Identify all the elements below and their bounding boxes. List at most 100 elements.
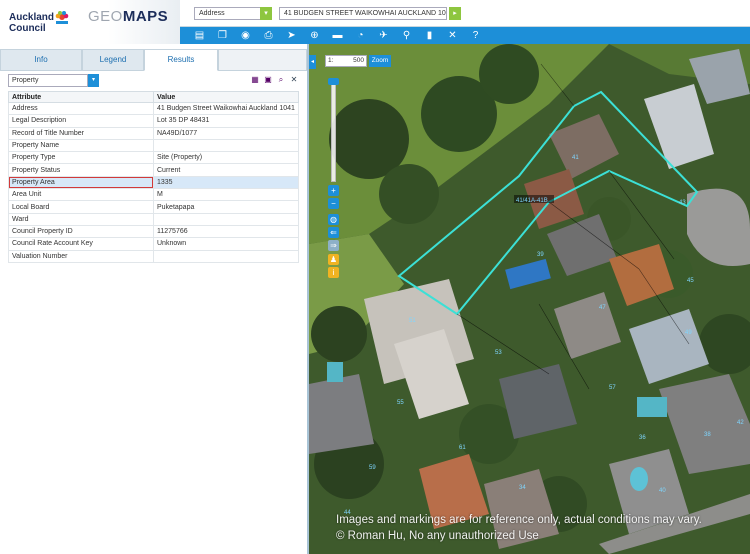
house-number-label: 59 (369, 465, 376, 471)
help-icon[interactable]: ? (469, 29, 482, 42)
print-icon[interactable]: ⎙ (262, 29, 275, 42)
table-row[interactable]: Council Property ID 11275766 (8, 224, 299, 239)
tab-legend[interactable]: Legend (82, 49, 144, 71)
house-number-label: 49 (685, 330, 692, 336)
history-icon[interactable]: ◔ (354, 29, 367, 42)
result-layer-select[interactable]: Property (8, 74, 88, 87)
table-row[interactable]: Ward (8, 212, 299, 226)
attribute-cell: Council Rate Account Key (8, 237, 154, 251)
column-header-value[interactable]: Value (153, 91, 299, 103)
table-header-row: Attribute Value (8, 91, 299, 103)
table-row[interactable]: Local Board Puketapapa (8, 200, 299, 214)
auckland-council-logo[interactable]: Auckland Council (9, 12, 59, 34)
attribute-cell: Record of Title Number (8, 126, 154, 140)
table-row[interactable]: Area Unit M (8, 188, 299, 202)
house-number-label: 43 (679, 200, 686, 206)
attribute-cell: Property Name (8, 138, 154, 153)
table-row[interactable]: Legal Description Lot 35 DP 48431 (8, 114, 299, 128)
value-cell: NA49D/1077 (153, 126, 299, 140)
attribute-cell: Address (8, 101, 154, 116)
info-icon[interactable]: i (328, 267, 339, 278)
forward-arrow-icon[interactable]: ⇒ (328, 240, 339, 251)
geo-text: GEO (88, 8, 123, 25)
attribute-cell: Property Status (8, 163, 154, 177)
scale-input[interactable]: 1: 500 (325, 55, 367, 67)
zoom-to-icon[interactable]: ⌕ (276, 75, 286, 85)
aerial-imagery: 41 43 39 45 47 49 51 53 55 57 59 61 34 3… (309, 44, 750, 554)
maps-text: MAPS (122, 8, 169, 25)
scale-value: 500 (353, 57, 364, 64)
scale-prefix: 1: (328, 57, 334, 64)
house-number-label: 45 (687, 278, 694, 284)
attribute-table: Attribute Value Address 41 Budgen Street … (8, 91, 299, 263)
pointer-icon[interactable]: ➤ (285, 29, 298, 42)
fly-icon[interactable]: ✈ (377, 29, 390, 42)
house-number-label: 34 (519, 485, 526, 491)
person-icon[interactable]: ♟ (328, 254, 339, 265)
value-cell: 41 Budgen Street Waikowhai Auckland 1041 (153, 101, 299, 116)
value-cell: Puketapapa (153, 200, 299, 214)
value-cell (153, 138, 299, 153)
measure-icon[interactable]: ▬ (331, 29, 344, 42)
panel-tabs: Info Legend Results (0, 49, 307, 71)
layers-icon[interactable]: ▤ (193, 29, 206, 42)
house-number-label: 55 (397, 400, 404, 406)
table-row[interactable]: Property Name (8, 138, 299, 153)
geomaps-logo: GEOMAPS (88, 8, 168, 25)
globe-icon[interactable]: ◍ (328, 214, 339, 225)
zoom-slider[interactable] (331, 80, 336, 182)
house-number-label: 42 (737, 420, 744, 426)
map-view[interactable]: 41 43 39 45 47 49 51 53 55 57 59 61 34 3… (309, 44, 750, 554)
copy-icon[interactable]: ❐ (216, 29, 229, 42)
table-row[interactable]: Valuation Number (8, 249, 299, 263)
search-go-button[interactable]: ▸ (449, 7, 461, 20)
house-number-label: 40 (659, 488, 666, 494)
attribute-cell: Area Unit (8, 188, 154, 202)
address-search-input[interactable]: 41 BUDGEN STREET WAIKOWHAI AUCKLAND 1041 (279, 7, 447, 20)
tools-icon[interactable]: ✕ (446, 29, 459, 42)
attribute-cell: Ward (8, 212, 154, 226)
map-toolbar: ▤ ❐ ◉ ⎙ ➤ ⊕ ▬ ◔ ✈ ⚲ ▮ ✕ ? (180, 27, 750, 44)
bookmark-icon[interactable]: ▮ (423, 29, 436, 42)
value-cell: Site (Property) (153, 151, 299, 165)
column-header-attribute[interactable]: Attribute (8, 91, 154, 103)
tab-results[interactable]: Results (144, 49, 218, 71)
search-type-dropdown-button[interactable]: ▾ (260, 7, 272, 20)
value-cell: Lot 35 DP 48431 (153, 114, 299, 128)
locate-icon[interactable]: ⊕ (308, 29, 321, 42)
value-cell: M (153, 188, 299, 202)
table-row[interactable]: Property Area 1335 (8, 175, 299, 190)
zoom-out-button[interactable]: − (328, 198, 339, 209)
zoom-in-button[interactable]: + (328, 185, 339, 196)
table-icon[interactable]: ▦ (250, 75, 260, 85)
panel-collapse-button[interactable]: ◂ (309, 55, 316, 69)
house-number-label: 51 (409, 318, 416, 324)
house-number-label: 61 (459, 445, 466, 451)
table-row[interactable]: Address 41 Budgen Street Waikowhai Auckla… (8, 101, 299, 116)
logo-area: Auckland Council GEOMAPS (0, 0, 180, 44)
zoom-slider-handle[interactable] (328, 78, 339, 85)
table-row[interactable]: Property Type Site (Property) (8, 151, 299, 165)
table-row[interactable]: Council Rate Account Key Unknown (8, 237, 299, 251)
attribute-cell: Legal Description (8, 114, 154, 128)
info-panel: Info Legend Results Property ▾ ▦ ▣ ⌕ ✕ A… (0, 44, 309, 554)
value-cell: Current (153, 163, 299, 177)
result-layer-dropdown-button[interactable]: ▾ (88, 74, 99, 87)
zoom-button[interactable]: Zoom (369, 55, 391, 67)
value-cell: Unknown (153, 237, 299, 251)
export-icon[interactable]: ▣ (263, 75, 273, 85)
back-arrow-icon[interactable]: ⇐ (328, 227, 339, 238)
house-number-label: 38 (704, 432, 711, 438)
table-row[interactable]: Record of Title Number NA49D/1077 (8, 126, 299, 140)
attribute-table-body: Address 41 Budgen Street Waikowhai Auckla… (8, 101, 299, 263)
tab-spacer (218, 49, 307, 71)
value-cell: 11275766 (153, 224, 299, 239)
close-icon[interactable]: ✕ (289, 75, 299, 85)
value-cell: 1335 (153, 175, 299, 190)
table-row[interactable]: Property Status Current (8, 163, 299, 177)
eye-icon[interactable]: ◉ (239, 29, 252, 42)
house-number-label: 41 (572, 155, 579, 161)
disclaimer-line-2: © Roman Hu, No any unauthorized Use (336, 530, 539, 542)
pin-icon[interactable]: ⚲ (400, 29, 413, 42)
tab-info[interactable]: Info (0, 49, 82, 71)
